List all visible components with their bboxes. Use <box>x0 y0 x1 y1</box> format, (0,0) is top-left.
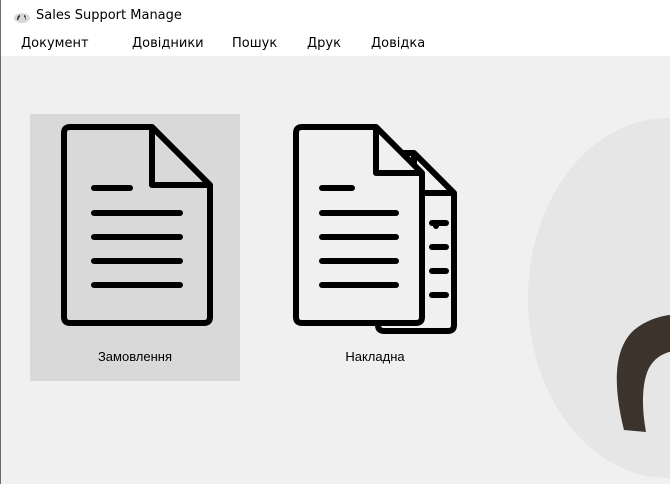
title-bar: Sales Support Manage <box>0 0 670 32</box>
app-logo-icon <box>14 13 30 23</box>
documents-copy-icon <box>293 124 457 334</box>
menu-directories[interactable]: Довідники <box>131 36 205 51</box>
window-left-border <box>0 0 1 484</box>
document-icon <box>61 124 213 326</box>
tile-invoice-label: Накладна <box>345 349 405 364</box>
app-window: Sales Support Manage Документ Довідники … <box>0 0 670 484</box>
menu-document[interactable]: Документ <box>20 36 90 51</box>
tile-orders[interactable]: Замовлення <box>30 114 240 381</box>
main-content: Замовлення Накладна <box>0 56 670 484</box>
menu-search[interactable]: Пошук <box>231 36 278 51</box>
tile-orders-label: Замовлення <box>97 349 173 364</box>
menu-bar: Документ Довідники Пошук Друк Довідка <box>0 32 670 56</box>
tile-invoice[interactable]: Накладна <box>254 114 464 381</box>
window-title: Sales Support Manage <box>36 8 182 23</box>
menu-print[interactable]: Друк <box>306 36 342 51</box>
menu-help[interactable]: Довідка <box>370 36 426 51</box>
logo-mark-icon <box>616 314 670 432</box>
